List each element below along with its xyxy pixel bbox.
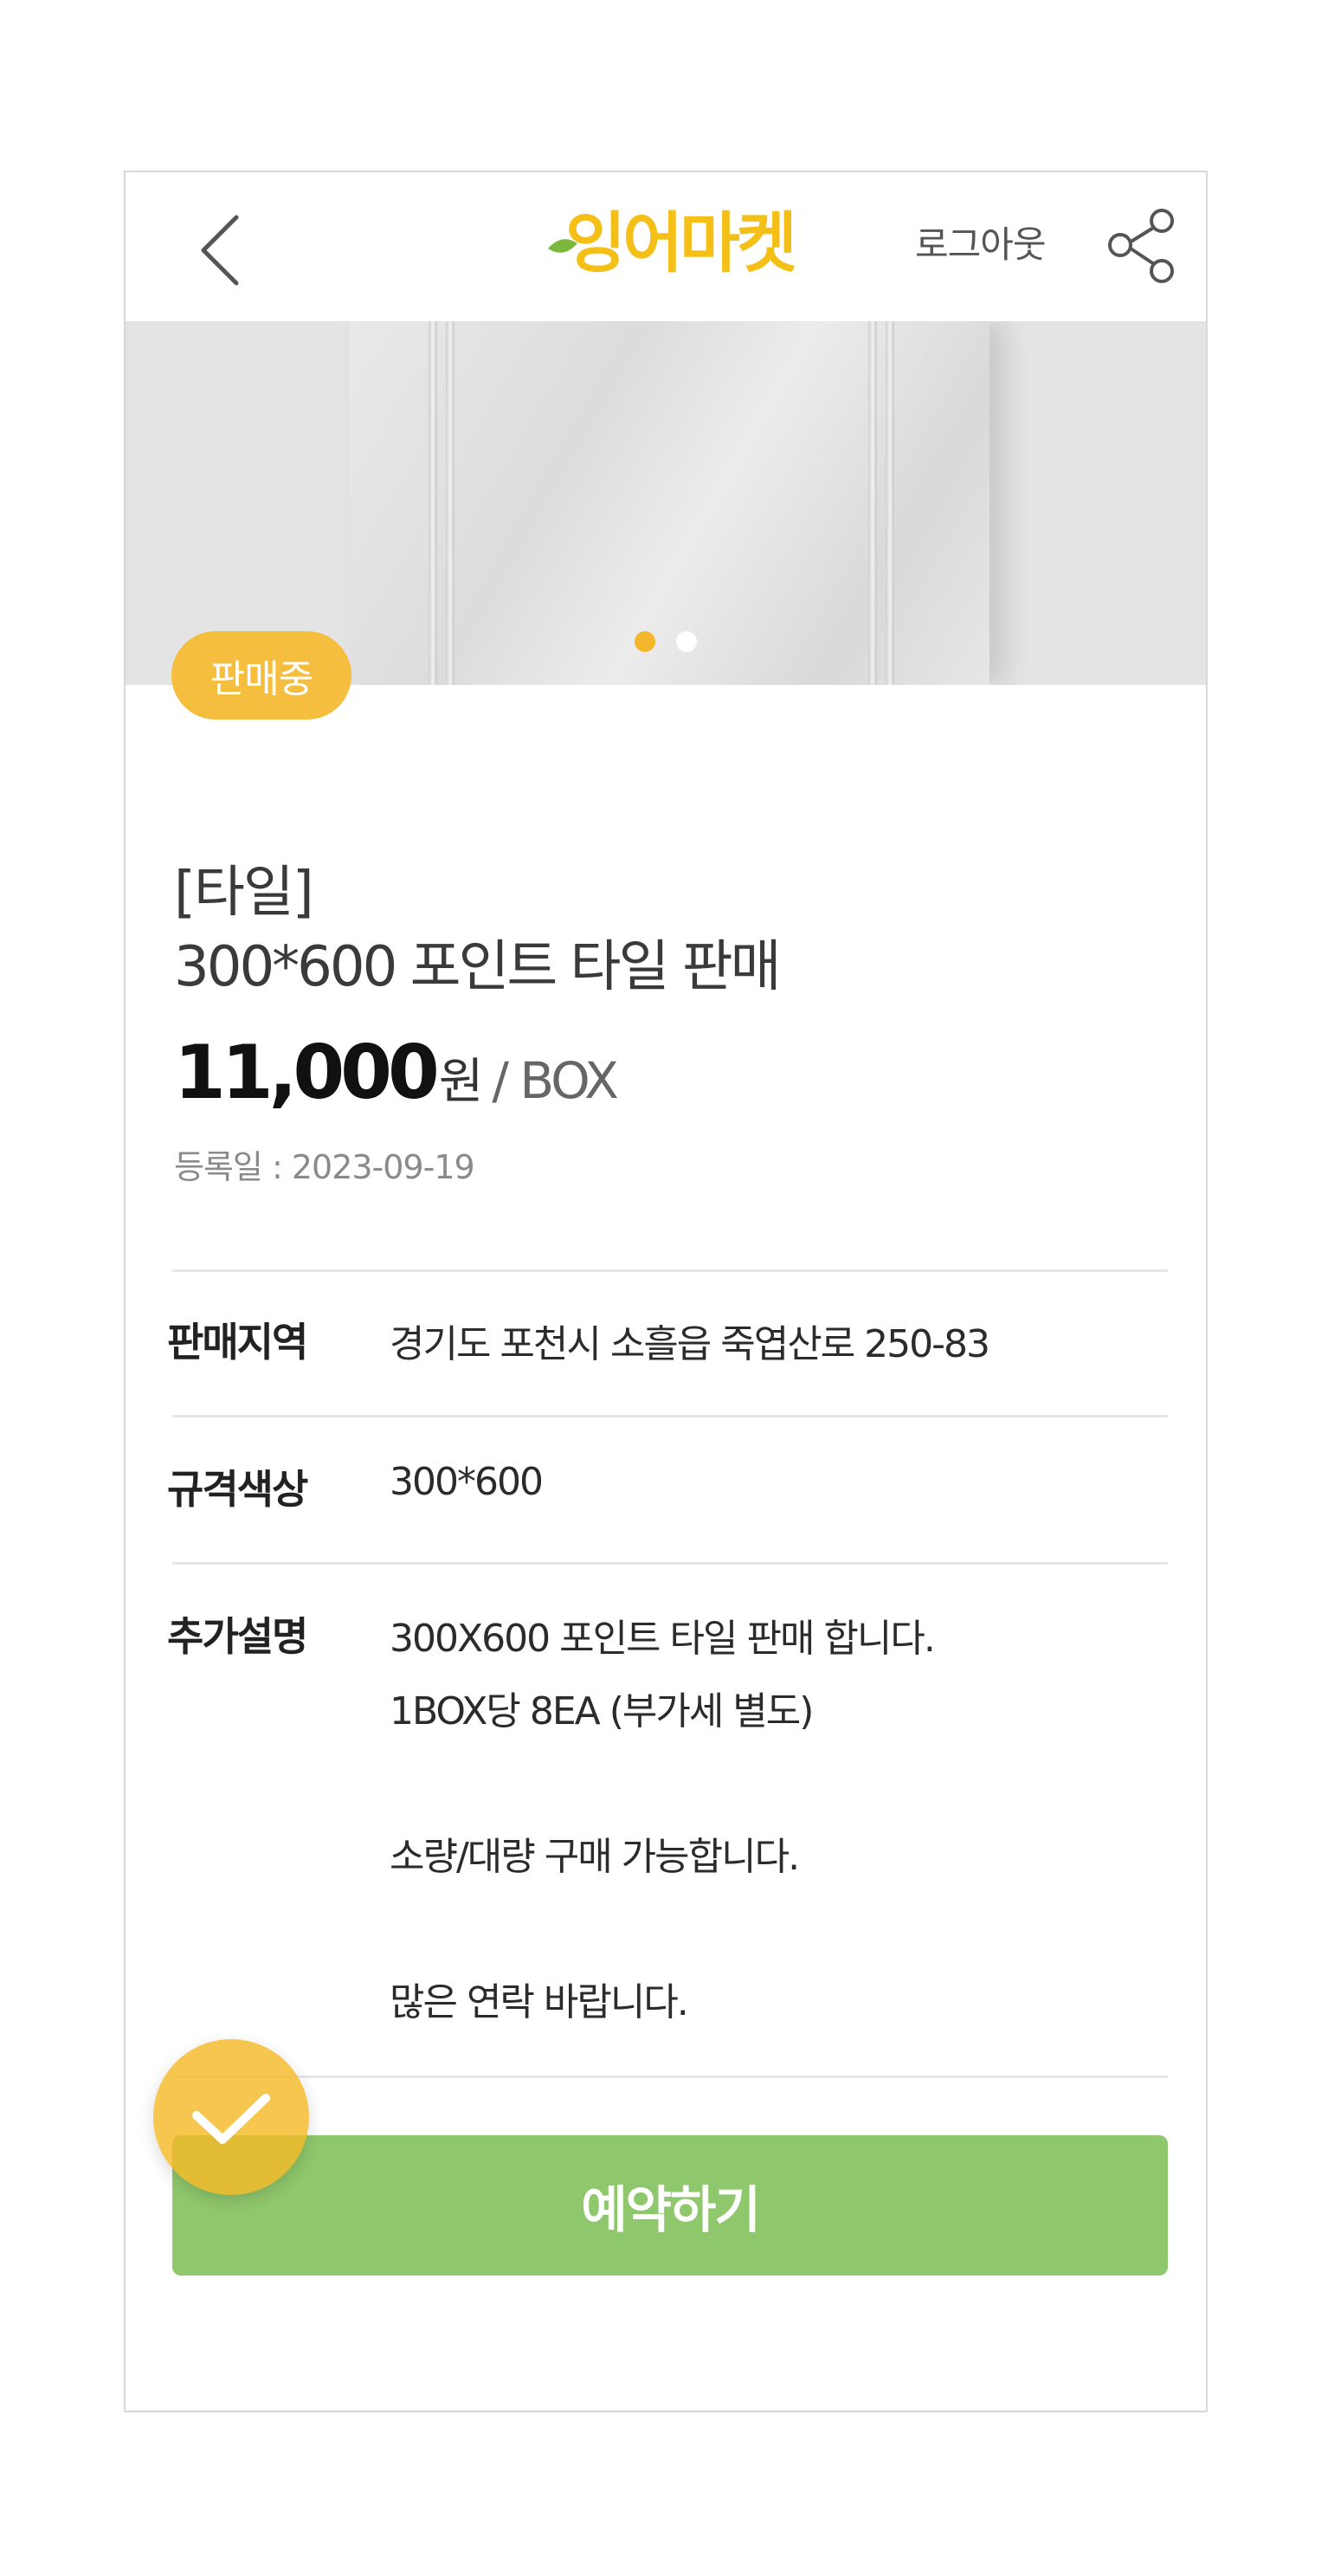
status-badge: 판매중 (171, 631, 351, 720)
spec-label: 규격색상 (167, 1466, 308, 1513)
description-label: 추가설명 (167, 1613, 308, 1660)
product-image-carousel[interactable] (126, 321, 1206, 685)
reserve-button[interactable]: 예약하기 (172, 2135, 1168, 2276)
back-button[interactable] (186, 207, 255, 294)
divider (172, 2076, 1168, 2078)
spec-value: 300*600 (390, 1460, 544, 1504)
logout-button[interactable]: 로그아웃 (915, 216, 1047, 268)
logo: 잉어마켓 (541, 198, 818, 285)
carousel-dot-1[interactable] (635, 631, 655, 652)
chevron-left-icon (201, 215, 239, 286)
price-row: 11,000 원 / BOX (174, 1030, 619, 1116)
description-line: 많은 연락 바랍니다. (390, 1980, 689, 2024)
share-button[interactable] (1099, 202, 1186, 288)
carousel-indicator (635, 631, 697, 652)
floating-check-button[interactable] (153, 2039, 309, 2195)
top-bar: 잉어마켓 로그아웃 (126, 172, 1206, 321)
product-image (349, 321, 990, 685)
divider (172, 1562, 1168, 1565)
registration-date: 등록일 : 2023-09-19 (174, 1148, 475, 1186)
price-currency: 원 (438, 1054, 484, 1110)
product-title: 300*600 포인트 타일 판매 (174, 935, 782, 999)
region-label: 판매지역 (167, 1319, 308, 1365)
checkmark-icon (192, 2094, 270, 2144)
divider (172, 1415, 1168, 1417)
divider (172, 1269, 1168, 1272)
price-unit: / BOX (492, 1051, 618, 1110)
region-value: 경기도 포천시 소흘읍 죽엽산로 250-83 (390, 1322, 990, 1366)
description-line: 300X600 포인트 타일 판매 합니다. (390, 1617, 936, 1661)
product-category: [타일] (174, 861, 314, 925)
price-value: 11,000 (174, 1030, 440, 1116)
logo-text: 잉어마켓 (565, 204, 796, 281)
description-line: 1BOX당 8EA (부가세 별도) (390, 1689, 814, 1733)
carousel-dot-2[interactable] (676, 631, 697, 652)
description-line: 소량/대량 구매 가능합니다. (390, 1835, 800, 1879)
share-icon (1108, 209, 1174, 283)
